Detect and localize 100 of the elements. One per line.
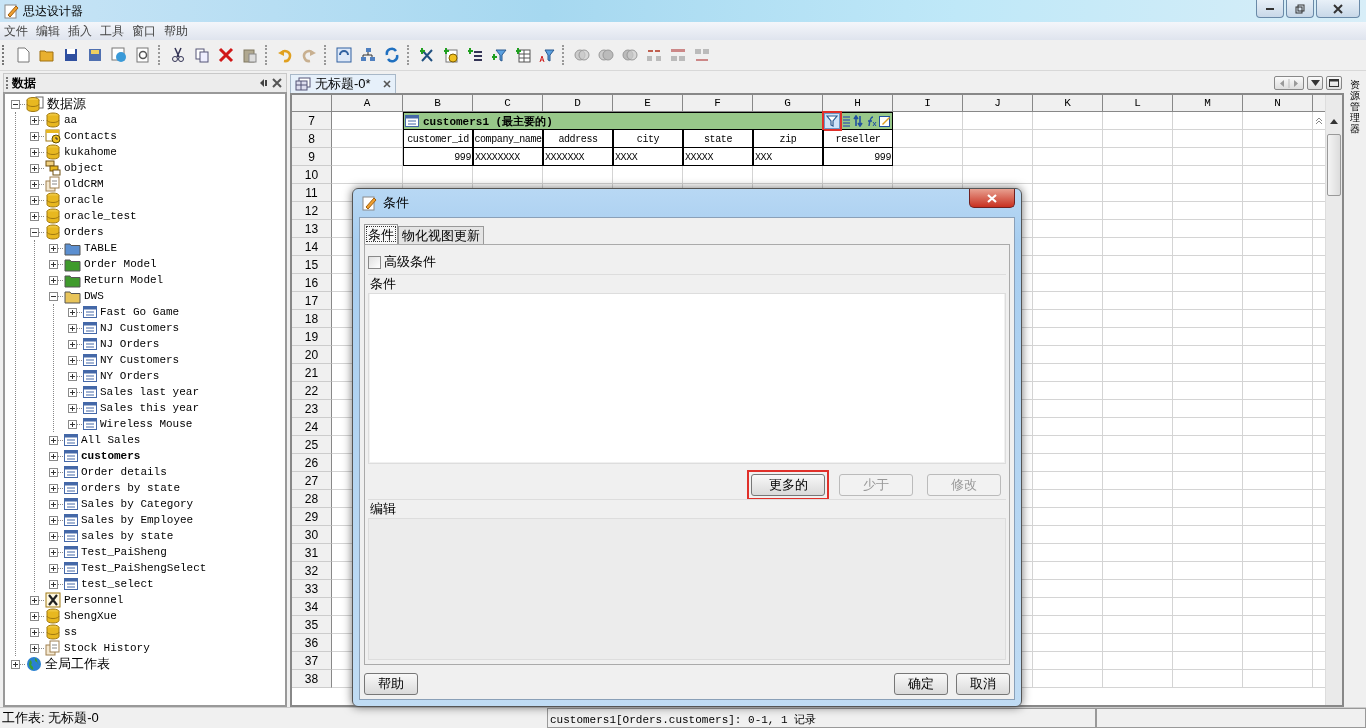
row-header[interactable]: 22	[292, 382, 332, 400]
grid-cell[interactable]	[1173, 220, 1243, 238]
grid-cell[interactable]	[1243, 580, 1313, 598]
row-header[interactable]: 35	[292, 616, 332, 634]
expand-icon[interactable]	[30, 643, 39, 653]
grid-cell[interactable]	[1173, 148, 1243, 166]
column-heading-cell[interactable]: company_name	[473, 130, 543, 148]
grid-cell[interactable]	[1243, 256, 1313, 274]
tree-item[interactable]: NY Orders	[100, 370, 160, 382]
column-header[interactable]: E	[613, 95, 683, 112]
grid-cell[interactable]	[1033, 670, 1103, 688]
expand-icon[interactable]	[68, 419, 77, 429]
expand-icon[interactable]	[30, 627, 39, 637]
row-header[interactable]: 16	[292, 274, 332, 292]
grid-cell[interactable]	[1033, 400, 1103, 418]
tree-item[interactable]: Order details	[81, 466, 167, 478]
row-header[interactable]: 32	[292, 562, 332, 580]
grid-cell[interactable]	[1103, 418, 1173, 436]
tree-item[interactable]: Test_PaiSheng	[81, 546, 167, 558]
grid-cell[interactable]	[963, 166, 1033, 184]
tree-item[interactable]: oracle	[64, 194, 104, 206]
grid-cell[interactable]	[1103, 526, 1173, 544]
grid-cell[interactable]	[1033, 166, 1103, 184]
grid-cell[interactable]	[1243, 166, 1313, 184]
tree-item[interactable]: Test_PaiShengSelect	[81, 562, 207, 574]
row-header[interactable]: 18	[292, 310, 332, 328]
button[interactable]: 确定	[894, 673, 948, 695]
grid-cell[interactable]	[1243, 148, 1313, 166]
tree-item[interactable]: orders by state	[81, 482, 181, 494]
grid-cell[interactable]	[1243, 364, 1313, 382]
grid-cell[interactable]	[1033, 346, 1103, 364]
column-header[interactable]: G	[753, 95, 823, 112]
grid-cell[interactable]	[1243, 382, 1313, 400]
expand-icon[interactable]	[68, 323, 77, 333]
column-header[interactable]: C	[473, 95, 543, 112]
tree-item[interactable]: Fast Go Game	[100, 306, 180, 318]
menu-item[interactable]: 工具	[100, 22, 124, 40]
tab-list-button[interactable]	[1307, 76, 1323, 90]
expand-icon[interactable]	[30, 131, 39, 141]
document-tab[interactable]: 无标题-0*	[290, 74, 396, 93]
grid-cell[interactable]	[1173, 382, 1243, 400]
grid-cell[interactable]	[963, 112, 1033, 130]
close-icon[interactable]	[382, 80, 391, 88]
grid-cell[interactable]	[1033, 310, 1103, 328]
grid-cell[interactable]	[1033, 490, 1103, 508]
row-header[interactable]: 27	[292, 472, 332, 490]
tree-item[interactable]: 全局工作表	[45, 655, 110, 673]
expand-icon[interactable]	[49, 259, 58, 269]
table-cell[interactable]: 999	[823, 148, 893, 166]
table-cell[interactable]: XXXXXXX	[543, 148, 613, 166]
column-header[interactable]: I	[893, 95, 963, 112]
grid-cell[interactable]	[1173, 328, 1243, 346]
grid-cell[interactable]	[1243, 238, 1313, 256]
tree-item[interactable]: Stock History	[64, 642, 150, 654]
table-cell[interactable]: XXX	[753, 148, 823, 166]
menu-item[interactable]: 文件	[4, 22, 28, 40]
row-header[interactable]: 34	[292, 598, 332, 616]
grid-cell[interactable]	[543, 166, 613, 184]
grid-cell[interactable]	[1173, 544, 1243, 562]
grid-cell[interactable]	[683, 166, 753, 184]
grid-cell[interactable]	[1103, 274, 1173, 292]
expand-icon[interactable]	[49, 275, 58, 285]
grid-cell[interactable]	[1103, 562, 1173, 580]
grid-cell[interactable]	[1033, 148, 1103, 166]
row-header[interactable]: 8	[292, 130, 332, 148]
grid-cell[interactable]	[1243, 436, 1313, 454]
condition-list[interactable]	[370, 294, 1004, 462]
formula-icon[interactable]	[865, 115, 877, 127]
grid-cell[interactable]	[1103, 616, 1173, 634]
grid-cell[interactable]	[753, 166, 823, 184]
grid-cell[interactable]	[893, 112, 963, 130]
grid-cell[interactable]	[1173, 526, 1243, 544]
grid-cell[interactable]	[1033, 184, 1103, 202]
expand-icon[interactable]	[30, 115, 39, 125]
grid-cell[interactable]	[1243, 202, 1313, 220]
grid-cell[interactable]	[1173, 616, 1243, 634]
grid-cell[interactable]	[893, 166, 963, 184]
list-icon[interactable]	[842, 115, 851, 127]
column-header[interactable]: N	[1243, 95, 1313, 112]
column-heading-cell[interactable]: zip	[753, 130, 823, 148]
expand-icon[interactable]	[68, 387, 77, 397]
column-header[interactable]: A	[332, 95, 403, 112]
grid-cell[interactable]	[613, 166, 683, 184]
grid-cell[interactable]	[1243, 328, 1313, 346]
grid-cell[interactable]	[1103, 202, 1173, 220]
pin-icon[interactable]	[258, 78, 268, 88]
expand-icon[interactable]	[68, 355, 77, 365]
table-cell[interactable]: 999	[403, 148, 473, 166]
tab[interactable]: 物化视图更新	[398, 226, 484, 244]
grid-cell[interactable]	[1033, 472, 1103, 490]
expand-icon[interactable]	[30, 195, 39, 205]
grid-cell[interactable]	[1173, 238, 1243, 256]
grid-cell[interactable]	[1103, 580, 1173, 598]
grid-cell[interactable]	[1103, 598, 1173, 616]
expand-icon[interactable]	[68, 403, 77, 413]
column-header[interactable]	[1313, 95, 1325, 112]
column-header[interactable]: H	[823, 95, 893, 112]
row-header[interactable]: 30	[292, 526, 332, 544]
table-cell[interactable]: XXXXX	[683, 148, 753, 166]
grid-cell[interactable]	[1243, 472, 1313, 490]
